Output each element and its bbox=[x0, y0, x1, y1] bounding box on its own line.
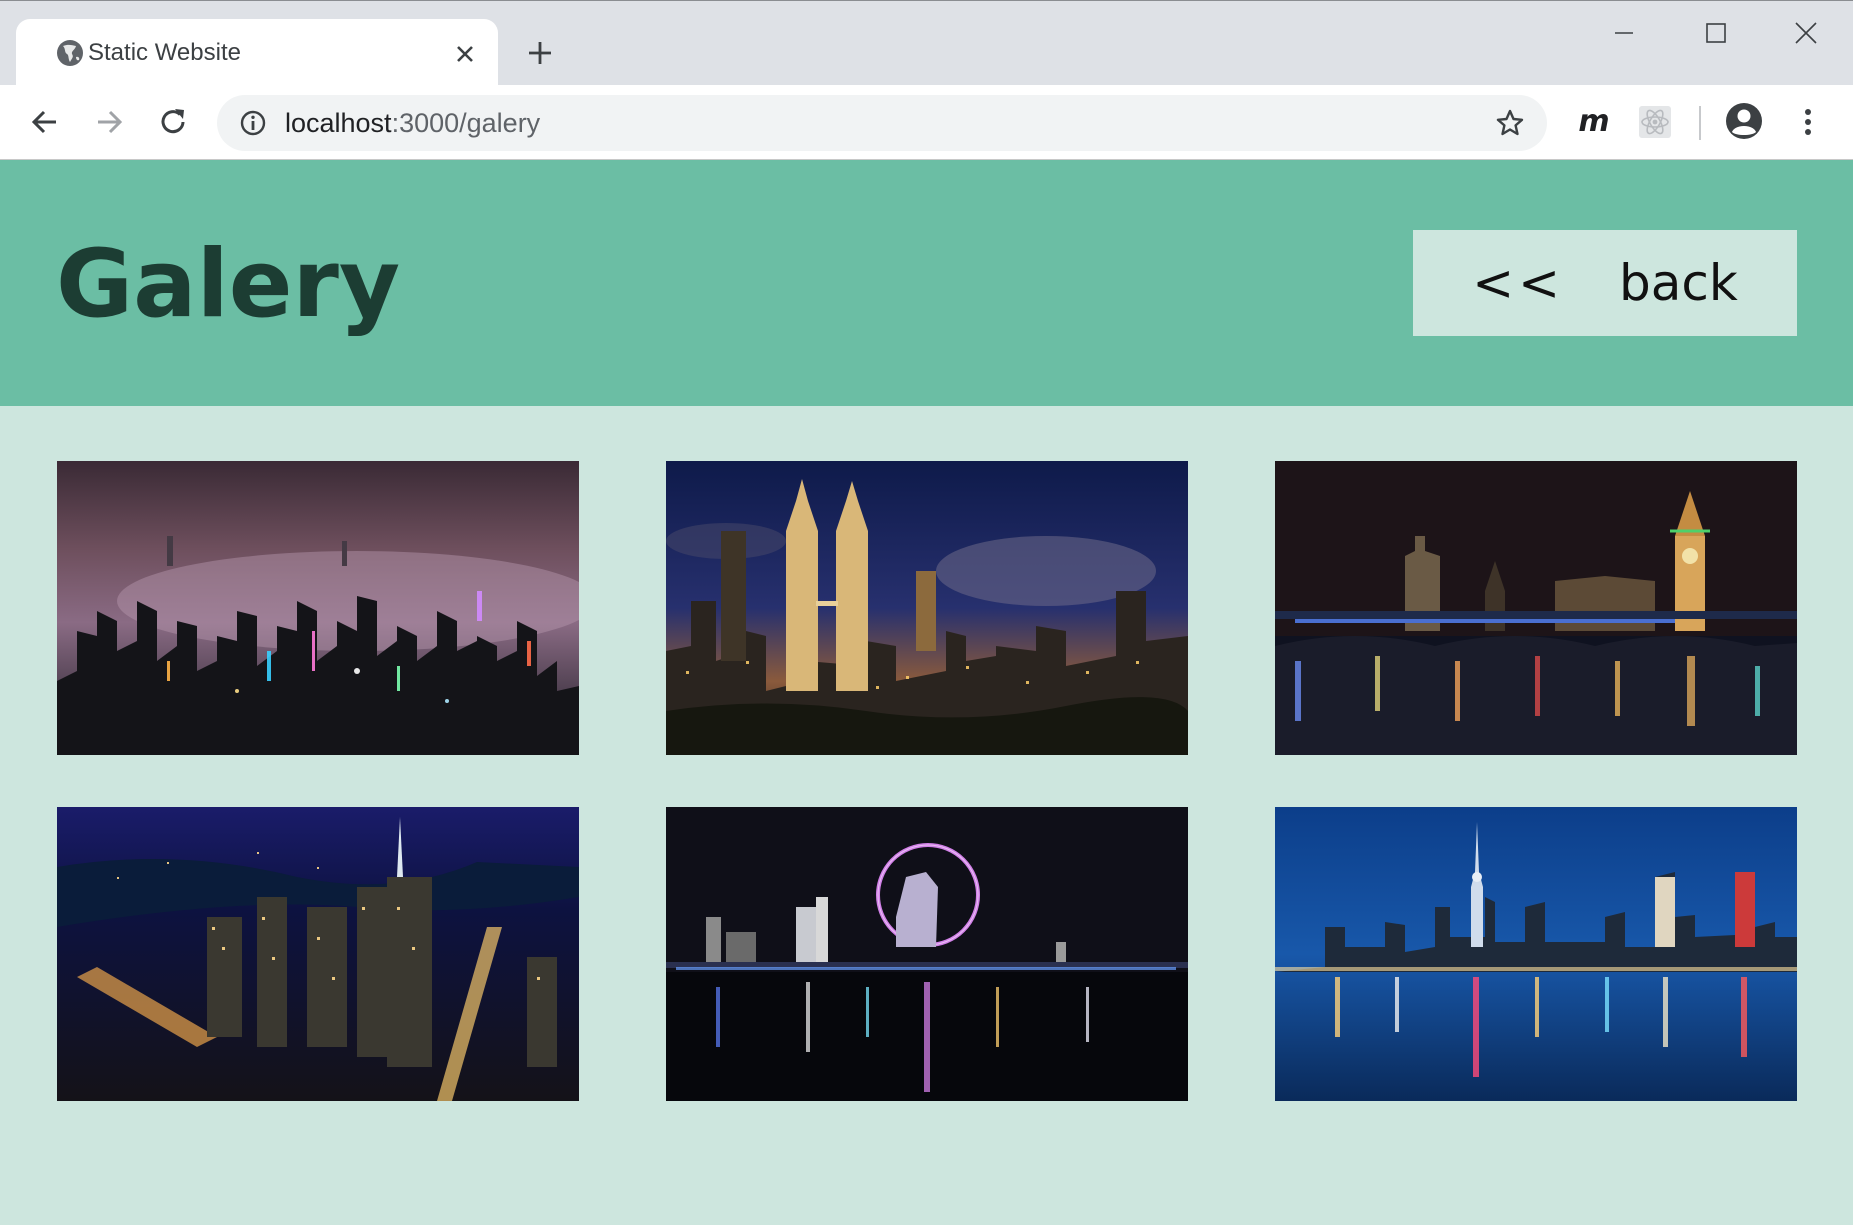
aerial-city-night-image bbox=[57, 807, 579, 1101]
react-extension-icon[interactable] bbox=[1636, 103, 1674, 141]
close-window-icon[interactable] bbox=[1784, 13, 1828, 53]
close-tab-icon[interactable] bbox=[452, 41, 478, 67]
gallery-photo-3[interactable] bbox=[1275, 461, 1797, 755]
url-host: localhost bbox=[285, 108, 392, 138]
back-button-label: back bbox=[1618, 254, 1738, 312]
foggy-city-night-image bbox=[57, 461, 579, 755]
gallery-grid bbox=[0, 406, 1853, 1225]
gallery-photo-6[interactable] bbox=[1275, 807, 1797, 1101]
url-path: :3000/galery bbox=[391, 108, 541, 138]
address-bar[interactable]: localhost:3000/galery bbox=[217, 95, 1547, 151]
m-extension-icon[interactable]: m bbox=[1574, 102, 1614, 142]
page-header: Galery << back bbox=[0, 160, 1853, 406]
new-tab-icon[interactable] bbox=[524, 37, 556, 69]
browser-menu-icon[interactable] bbox=[1794, 102, 1822, 142]
gallery-photo-1[interactable] bbox=[57, 461, 579, 755]
info-icon[interactable] bbox=[239, 109, 267, 137]
gallery-photo-2[interactable] bbox=[666, 461, 1188, 755]
browser-tab-bar: Static Website bbox=[0, 0, 1853, 86]
url-text[interactable]: localhost:3000/galery bbox=[285, 105, 540, 141]
twin-towers-night-image bbox=[666, 461, 1188, 755]
back-button[interactable]: << back bbox=[1413, 230, 1797, 336]
ferris-wheel-night-image bbox=[666, 807, 1188, 1101]
toolbar-divider bbox=[1699, 106, 1701, 140]
globe-icon bbox=[54, 37, 86, 69]
tab-title: Static Website bbox=[88, 39, 241, 66]
reload-icon[interactable] bbox=[154, 103, 192, 141]
minimize-icon[interactable] bbox=[1602, 13, 1646, 53]
back-arrow-icon[interactable] bbox=[26, 103, 64, 141]
gallery-photo-5[interactable] bbox=[666, 807, 1188, 1101]
parliament-big-ben-image bbox=[1275, 461, 1797, 755]
profile-avatar-icon[interactable] bbox=[1724, 101, 1764, 141]
maximize-icon[interactable] bbox=[1693, 13, 1737, 53]
browser-tab[interactable]: Static Website bbox=[16, 19, 498, 86]
page-title: Galery bbox=[56, 230, 401, 339]
browser-toolbar: localhost:3000/galery m bbox=[0, 85, 1853, 160]
back-button-arrows: << bbox=[1472, 254, 1564, 312]
forward-arrow-icon[interactable] bbox=[90, 103, 128, 141]
bookmark-star-icon[interactable] bbox=[1494, 107, 1526, 139]
tower-skyline-reflection-image bbox=[1275, 807, 1797, 1101]
gallery-photo-4[interactable] bbox=[57, 807, 579, 1101]
